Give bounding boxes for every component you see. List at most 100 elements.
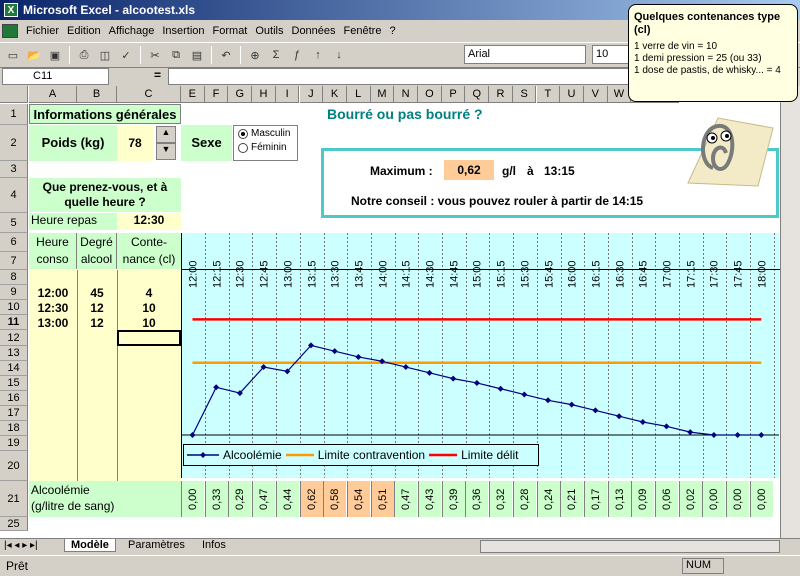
drink-cell[interactable]: 12 — [77, 301, 117, 315]
autosum-icon[interactable]: Σ — [267, 46, 285, 64]
col-header-V[interactable]: V — [583, 86, 608, 103]
drink-cell[interactable]: 45 — [77, 286, 117, 300]
col-header-H[interactable]: H — [252, 86, 276, 103]
row-header-4[interactable]: 4 — [0, 178, 28, 213]
col-header-P[interactable]: P — [441, 86, 466, 103]
new-icon[interactable]: ▭ — [4, 46, 22, 64]
menu-fichier[interactable]: Fichier — [22, 25, 63, 37]
row-header-2[interactable]: 2 — [0, 125, 28, 161]
row-header-16[interactable]: 16 — [0, 391, 28, 406]
clippy-assistant-icon[interactable] — [678, 108, 778, 188]
open-icon[interactable]: 📂 — [25, 46, 43, 64]
col-header-N[interactable]: N — [394, 86, 418, 103]
col-header-B[interactable]: B — [77, 86, 117, 103]
select-all-corner[interactable] — [0, 86, 28, 103]
undo-icon[interactable]: ↶ — [217, 46, 235, 64]
row-header-25[interactable]: 25 — [0, 517, 28, 531]
row-header-5[interactable]: 5 — [0, 213, 28, 233]
row-header-17[interactable]: 17 — [0, 406, 28, 421]
menu-edition[interactable]: Edition — [63, 25, 105, 37]
spell-icon[interactable]: ✓ — [117, 46, 135, 64]
drink-cell[interactable]: 13:00 — [29, 316, 77, 330]
drink-cell[interactable]: 10 — [117, 301, 181, 315]
row-header-1[interactable]: 1 — [0, 104, 28, 125]
vertical-scrollbar[interactable] — [780, 86, 800, 538]
radio-masculin[interactable]: Masculin — [234, 126, 297, 141]
row-header-15[interactable]: 15 — [0, 376, 28, 391]
spin-up-icon[interactable]: ▲ — [156, 126, 176, 143]
col-header-I[interactable]: I — [275, 86, 300, 103]
font-size-select[interactable]: 10 — [592, 45, 632, 64]
col-header-J[interactable]: J — [299, 86, 324, 103]
radio-feminin[interactable]: Féminin — [234, 141, 297, 154]
font-select[interactable]: Arial — [464, 45, 586, 64]
row-header-12[interactable]: 12 — [0, 330, 28, 346]
col-header-L[interactable]: L — [346, 86, 371, 103]
row-header-9[interactable]: 9 — [0, 285, 28, 300]
row-header-6[interactable]: 6 — [0, 233, 28, 252]
menu-help[interactable]: ? — [385, 25, 399, 37]
poids-value[interactable]: 78 — [117, 125, 153, 161]
col-header-K[interactable]: K — [323, 86, 347, 103]
tab-infos[interactable]: Infos — [198, 539, 230, 551]
col-header-O[interactable]: O — [418, 86, 442, 103]
alcoolemie-point — [473, 379, 480, 386]
row-header-13[interactable]: 13 — [0, 346, 28, 361]
col-header-E[interactable]: E — [181, 86, 205, 103]
menu-format[interactable]: Format — [209, 25, 252, 37]
repas-value[interactable]: 12:30 — [117, 213, 181, 230]
preview-icon[interactable]: ◫ — [96, 46, 114, 64]
sort-desc-icon[interactable]: ↓ — [330, 46, 348, 64]
drink-cell[interactable]: 12:30 — [29, 301, 77, 315]
paste-icon[interactable]: ▤ — [188, 46, 206, 64]
menu-affichage[interactable]: Affichage — [105, 25, 159, 37]
print-icon[interactable]: ⎙ — [75, 46, 93, 64]
sort-asc-icon[interactable]: ↑ — [309, 46, 327, 64]
row-header-7[interactable]: 7 — [0, 252, 28, 270]
col-header-U[interactable]: U — [560, 86, 584, 103]
row-header-8[interactable]: 8 — [0, 270, 28, 285]
tab-modele[interactable]: Modèle — [64, 539, 116, 552]
col-header-M[interactable]: M — [370, 86, 395, 103]
drink-cell[interactable]: 12 — [77, 316, 117, 330]
col-header-T[interactable]: T — [536, 86, 561, 103]
row-header-21[interactable]: 21 — [0, 481, 28, 517]
menu-fenetre[interactable]: Fenêtre — [340, 25, 386, 37]
drink-cell[interactable]: 12:00 — [29, 286, 77, 300]
spreadsheet-grid[interactable]: ABCEFGHIJKLMNOPQRSTUVWXY 123456789101112… — [0, 86, 780, 538]
cut-icon[interactable]: ✂ — [146, 46, 164, 64]
col-header-R[interactable]: R — [489, 86, 513, 103]
selected-cell-c11[interactable] — [117, 330, 181, 346]
col-header-S[interactable]: S — [512, 86, 537, 103]
row-header-19[interactable]: 19 — [0, 436, 28, 451]
menu-donnees[interactable]: Données — [288, 25, 340, 37]
row-header-14[interactable]: 14 — [0, 361, 28, 376]
copy-icon[interactable]: ⧉ — [167, 46, 185, 64]
menu-insertion[interactable]: Insertion — [158, 25, 208, 37]
hyperlink-icon[interactable]: ⊕ — [246, 46, 264, 64]
col-header-A[interactable]: A — [29, 86, 77, 103]
save-icon[interactable]: ▣ — [46, 46, 64, 64]
excel-doc-icon[interactable] — [2, 24, 18, 38]
tab-nav-icons[interactable]: |◂ ◂ ▸ ▸| — [4, 540, 38, 551]
max-time: 13:15 — [544, 164, 575, 178]
row-header-18[interactable]: 18 — [0, 421, 28, 436]
row-header-11[interactable]: 11 — [0, 315, 28, 330]
row-header-3[interactable]: 3 — [0, 161, 28, 178]
horizontal-scrollbar[interactable] — [480, 540, 780, 553]
drink-cell[interactable]: 4 — [117, 286, 181, 300]
spin-down-icon[interactable]: ▼ — [156, 143, 176, 160]
col-header-Q[interactable]: Q — [465, 86, 490, 103]
function-icon[interactable]: ƒ — [288, 46, 306, 64]
time-label: 15:45 — [543, 260, 555, 288]
col-header-C[interactable]: C — [117, 86, 181, 103]
col-header-G[interactable]: G — [228, 86, 253, 103]
alcoolemie-point — [592, 407, 599, 414]
row-header-10[interactable]: 10 — [0, 300, 28, 315]
tab-parametres[interactable]: Paramètres — [124, 539, 189, 551]
row-header-20[interactable]: 20 — [0, 451, 28, 481]
name-box[interactable]: C11 — [2, 68, 109, 85]
col-header-F[interactable]: F — [204, 86, 229, 103]
drink-cell[interactable]: 10 — [117, 316, 181, 330]
menu-outils[interactable]: Outils — [251, 25, 287, 37]
